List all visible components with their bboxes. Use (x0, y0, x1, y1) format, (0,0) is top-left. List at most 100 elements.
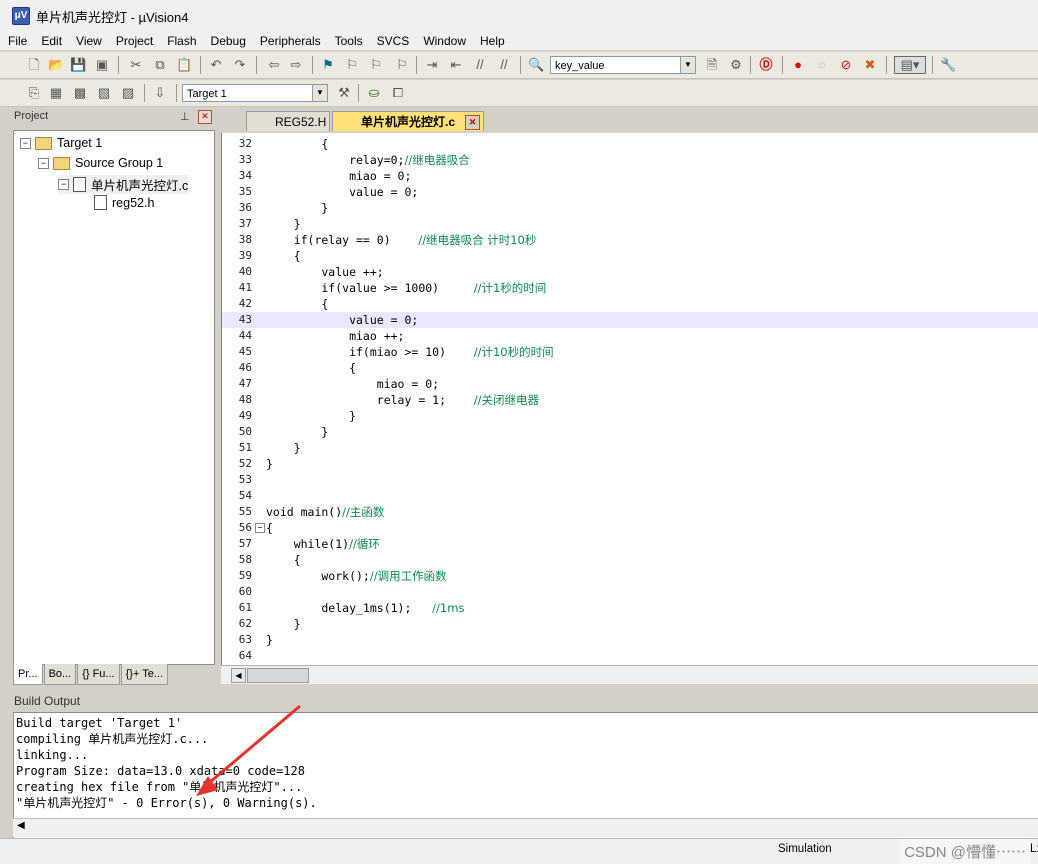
comment-icon[interactable]: // (472, 57, 488, 73)
bookmark-clear-icon[interactable]: ⚐ (394, 57, 410, 73)
code-line[interactable]: 41 if(value >= 1000) //计1秒的时间 (222, 280, 1038, 296)
close-icon[interactable]: ✕ (465, 115, 480, 130)
code-line[interactable]: 37 } (222, 216, 1038, 232)
menu-peripherals[interactable]: Peripherals (252, 34, 327, 48)
tab-templates[interactable]: {}+ Te... (120, 664, 169, 685)
code-line[interactable]: 38 if(relay == 0) //继电器吸合 计时10秒 (222, 232, 1038, 248)
collapse-icon[interactable]: − (58, 179, 69, 190)
menu-edit[interactable]: Edit (33, 34, 68, 48)
code-line[interactable]: 49 } (222, 408, 1038, 424)
uncomment-icon[interactable]: // (496, 57, 512, 73)
find-in-files-icon[interactable]: 🔍 (528, 57, 544, 73)
code-line[interactable]: 54 (222, 488, 1038, 504)
redo-icon[interactable]: ↷ (232, 57, 248, 73)
code-line[interactable]: 39 { (222, 248, 1038, 264)
manage-books-icon[interactable]: ⧠ (390, 85, 406, 101)
breakpoint-insert-icon[interactable]: ● (790, 57, 806, 73)
menu-flash[interactable]: Flash (159, 34, 202, 48)
menu-view[interactable]: View (68, 34, 108, 48)
breakpoint-kill-all-icon[interactable]: ✖ (862, 57, 878, 73)
tab-c-file[interactable]: 单片机声光控灯.c ✕ (332, 111, 484, 131)
tab-reg52-h[interactable]: REG52.H (246, 111, 330, 131)
code-line[interactable]: 62 } (222, 616, 1038, 632)
target-options-icon[interactable]: ⚒ (336, 85, 352, 101)
menu-svcs[interactable]: SVCS (369, 34, 416, 48)
tree-item-target[interactable]: − Target 1 (20, 136, 102, 150)
close-icon[interactable]: ✕ (198, 110, 212, 124)
chevron-down-icon[interactable]: ▼ (680, 57, 695, 73)
copy-icon[interactable]: ⧉ (152, 57, 168, 73)
scroll-thumb[interactable] (247, 668, 309, 683)
code-line[interactable]: 48 relay = 1; //关闭继电器 (222, 392, 1038, 408)
find-icon[interactable]: 🗎 (704, 57, 720, 73)
code-line[interactable]: 58 { (222, 552, 1038, 568)
incremental-find-icon[interactable]: ⚙ (728, 57, 744, 73)
tree-item-header-file[interactable]: reg52.h (94, 195, 154, 210)
breakpoint-enable-icon[interactable]: ○ (814, 57, 830, 73)
chevron-down-icon[interactable]: ▼ (312, 85, 327, 101)
unindent-icon[interactable]: ⇤ (448, 57, 464, 73)
code-line[interactable]: 52} (222, 456, 1038, 472)
window-layout-icon[interactable]: ▤▾ (894, 56, 926, 74)
menu-project[interactable]: Project (108, 34, 159, 48)
code-line[interactable]: 40 value ++; (222, 264, 1038, 280)
code-line[interactable]: 42 { (222, 296, 1038, 312)
code-line[interactable]: 46 { (222, 360, 1038, 376)
code-line[interactable]: 50 } (222, 424, 1038, 440)
indent-icon[interactable]: ⇥ (424, 57, 440, 73)
collapse-icon[interactable]: − (20, 137, 31, 149)
bookmark-toggle-icon[interactable]: ⚑ (320, 57, 336, 73)
code-line[interactable]: 51 } (222, 440, 1038, 456)
new-file-icon[interactable]: 🗋 (26, 57, 42, 73)
menu-debug[interactable]: Debug (203, 34, 252, 48)
code-line[interactable]: 33 relay=0;//继电器吸合 (222, 152, 1038, 168)
find-combo[interactable]: key_value ▼ (550, 56, 696, 74)
tree-item-c-file[interactable]: − 单片机声光控灯.c (58, 175, 189, 194)
code-line[interactable]: 36 } (222, 200, 1038, 216)
download-icon[interactable]: ⇩ (152, 85, 168, 101)
tab-project[interactable]: Pr... (13, 664, 43, 685)
menu-tools[interactable]: Tools (327, 34, 369, 48)
build-icon[interactable]: ▦ (48, 85, 64, 101)
configure-icon[interactable]: 🔧 (940, 57, 956, 73)
tab-functions[interactable]: {} Fu... (77, 664, 120, 685)
breakpoint-disable-all-icon[interactable]: ⊘ (838, 57, 854, 73)
bookmark-prev-icon[interactable]: ⚐ (344, 57, 360, 73)
debug-session-icon[interactable]: Ⓓ (758, 57, 774, 73)
code-line[interactable]: 57 while(1)//循环 (222, 536, 1038, 552)
code-editor[interactable]: 32 {33 relay=0;//继电器吸合 34 miao = 0; 35 val… (221, 133, 1038, 665)
target-select[interactable]: Target 1 ▼ (182, 84, 328, 102)
pin-icon[interactable]: ⊥ (180, 110, 190, 123)
tab-books[interactable]: Bo... (43, 664, 77, 685)
code-line[interactable]: 64 (222, 648, 1038, 664)
manage-components-icon[interactable]: ⛀ (366, 85, 382, 101)
menu-window[interactable]: Window (415, 34, 472, 48)
nav-forward-icon[interactable]: ⇨ (288, 57, 304, 73)
translate-icon[interactable]: ⎘ (26, 85, 42, 101)
code-line[interactable]: 56 {− (222, 520, 1038, 536)
code-line[interactable]: 35 value = 0; (222, 184, 1038, 200)
stop-build-icon[interactable]: ▨ (120, 85, 136, 101)
code-line[interactable]: 45 if(miao >= 10) //计10秒的时间 (222, 344, 1038, 360)
code-line[interactable]: 43 value = 0; (222, 312, 1038, 328)
paste-icon[interactable]: 📋 (176, 57, 192, 73)
code-line[interactable]: 59 work();//调用工作函数 (222, 568, 1038, 584)
code-line[interactable]: 60 (222, 584, 1038, 600)
code-line[interactable]: 61 delay_1ms(1); //1ms (222, 600, 1038, 616)
menu-help[interactable]: Help (472, 34, 511, 48)
code-line[interactable]: 32 { (222, 136, 1038, 152)
code-line[interactable]: 47 miao = 0; (222, 376, 1038, 392)
rebuild-icon[interactable]: ▩ (72, 85, 88, 101)
code-line[interactable]: 53 (222, 472, 1038, 488)
menu-file[interactable]: File (0, 34, 33, 48)
nav-back-icon[interactable]: ⇦ (266, 57, 282, 73)
build-output-scrollbar[interactable]: ◀ (13, 818, 1038, 837)
tree-item-source-group[interactable]: − Source Group 1 (38, 156, 163, 170)
save-all-icon[interactable]: ▣ (94, 57, 110, 73)
code-line[interactable]: 55 void main()//主函数 (222, 504, 1038, 520)
fold-icon[interactable]: − (255, 523, 265, 533)
bookmark-next-icon[interactable]: ⚐ (368, 57, 384, 73)
editor-horizontal-scrollbar[interactable]: ◀ (221, 665, 1038, 684)
save-icon[interactable]: 💾 (70, 57, 86, 73)
collapse-icon[interactable]: − (38, 157, 49, 169)
